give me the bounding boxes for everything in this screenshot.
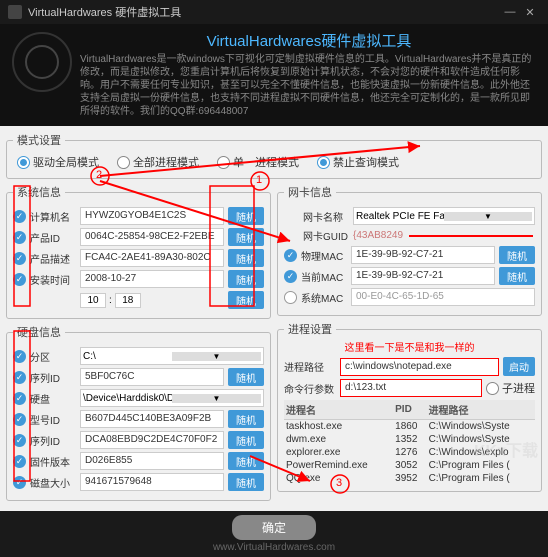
random-product[interactable]: 随机: [228, 228, 264, 246]
random-desc[interactable]: 随机: [228, 249, 264, 267]
install-hour[interactable]: [80, 293, 106, 308]
chevron-down-icon: ▼: [444, 212, 532, 221]
app-description: VirtualHardwares是一款windows下可视化可定制虚拟硬件信息的…: [80, 53, 538, 118]
disk-info: 硬盘信息 分区C:\▼ 序列ID5BF0C76C随机 硬盘\Device\Har…: [6, 324, 271, 501]
table-row[interactable]: taskhost.exe1860C:\Windows\Syste: [284, 420, 535, 434]
disk-select[interactable]: \Device\Harddisk0\DR0▼: [80, 389, 264, 407]
app-icon: [8, 5, 22, 19]
random-time[interactable]: 随机: [228, 291, 264, 309]
random-install[interactable]: 随机: [228, 270, 264, 288]
model-field[interactable]: B607D445C140BE3A09F2B: [80, 410, 224, 428]
nic-select[interactable]: Realtek PCIe FE Family Controller▼: [353, 207, 535, 225]
annotation-note: 这里看一下是不是和我一样的: [284, 339, 535, 354]
check-disk[interactable]: [13, 392, 26, 405]
partition-select[interactable]: C:\▼: [80, 347, 264, 365]
random-seq[interactable]: 随机: [228, 431, 264, 449]
cmac-field[interactable]: 1E-39-9B-92-C7-21: [351, 267, 495, 285]
fw-field[interactable]: D026E855: [80, 452, 224, 470]
check-fw[interactable]: [13, 455, 26, 468]
footer-url: www.VirtualHardwares.com: [213, 542, 335, 553]
mode-driver-global[interactable]: 驱动全局模式: [17, 154, 99, 170]
ok-button[interactable]: 确定: [232, 515, 316, 540]
check-size[interactable]: [13, 476, 26, 489]
table-row[interactable]: PowerRemind.exe3052C:\Program Files (: [284, 459, 535, 472]
size-field[interactable]: 941671579648: [80, 473, 224, 491]
system-info: 系统信息 计算机名HYWZ0GYOB4E1C2S随机 产品ID0064C-258…: [6, 184, 271, 319]
check-part[interactable]: [13, 350, 26, 363]
minimize-button[interactable]: —: [500, 6, 520, 18]
close-button[interactable]: ✕: [520, 6, 540, 19]
random-pmac[interactable]: 随机: [499, 246, 535, 264]
check-smac[interactable]: [284, 291, 297, 304]
cmdline-field[interactable]: d:\123.txt: [340, 379, 482, 397]
mode-single-process[interactable]: 单一进程模式: [217, 154, 299, 170]
window-title: VirtualHardwares 硬件虚拟工具: [28, 4, 181, 20]
check-serial[interactable]: [13, 371, 26, 384]
seq-field[interactable]: DCA08EBD9C2DE4C70F0F2: [80, 431, 224, 449]
pmac-field[interactable]: 1E-39-9B-92-C7-21: [351, 246, 495, 264]
check-product[interactable]: [13, 231, 26, 244]
random-serial[interactable]: 随机: [228, 368, 264, 386]
random-fw[interactable]: 随机: [228, 452, 264, 470]
product-id-field[interactable]: 0064C-25854-98CE2-F2EBE: [80, 228, 224, 246]
app-title: VirtualHardwares硬件虚拟工具: [80, 30, 538, 51]
random-size[interactable]: 随机: [228, 473, 264, 491]
child-process-check[interactable]: 子进程: [486, 380, 535, 396]
network-info: 网卡信息 网卡名称Realtek PCIe FE Family Controll…: [277, 184, 542, 316]
check-desc[interactable]: [13, 252, 26, 265]
smac-field[interactable]: 00-E0-4C-65-1D-65: [351, 288, 535, 306]
random-computer[interactable]: 随机: [228, 207, 264, 225]
serial-field[interactable]: 5BF0C76C: [80, 368, 224, 386]
product-desc-field[interactable]: FCA4C-2AE41-89A30-802C: [80, 249, 224, 267]
chevron-down-icon: ▼: [172, 352, 261, 361]
start-button[interactable]: 启动: [503, 357, 535, 376]
table-row[interactable]: QQ.exe3952C:\Program Files (: [284, 472, 535, 485]
mode-legend: 模式设置: [13, 132, 65, 148]
check-model[interactable]: [13, 413, 26, 426]
guid-value: {43AB8249: [353, 230, 403, 241]
table-row[interactable]: dwm.exe1352C:\Windows\Syste: [284, 433, 535, 446]
check-seq[interactable]: [13, 434, 26, 447]
logo-icon: [12, 32, 72, 92]
table-row[interactable]: explorer.exe1276C:\Windows\explo: [284, 446, 535, 459]
mode-forbid-query[interactable]: 禁止查询模式: [317, 154, 399, 170]
check-pmac[interactable]: [284, 249, 297, 262]
process-settings: 进程设置 这里看一下是不是和我一样的 进程路径c:\windows\notepa…: [277, 321, 542, 492]
computer-name-field[interactable]: HYWZ0GYOB4E1C2S: [80, 207, 224, 225]
install-date-field[interactable]: 2008-10-27: [80, 270, 224, 288]
random-cmac[interactable]: 随机: [499, 267, 535, 285]
check-computer[interactable]: [13, 210, 26, 223]
check-cmac[interactable]: [284, 270, 297, 283]
chevron-down-icon: ▼: [172, 394, 261, 403]
process-path-field[interactable]: c:\windows\notepad.exe: [340, 358, 499, 376]
mode-settings: 模式设置 驱动全局模式 全部进程模式 单一进程模式 禁止查询模式: [6, 132, 542, 179]
check-install[interactable]: [13, 273, 26, 286]
process-table: 进程名PID进程路径 taskhost.exe1860C:\Windows\Sy…: [284, 400, 535, 485]
random-model[interactable]: 随机: [228, 410, 264, 428]
install-min[interactable]: [115, 293, 141, 308]
mode-all-process[interactable]: 全部进程模式: [117, 154, 199, 170]
